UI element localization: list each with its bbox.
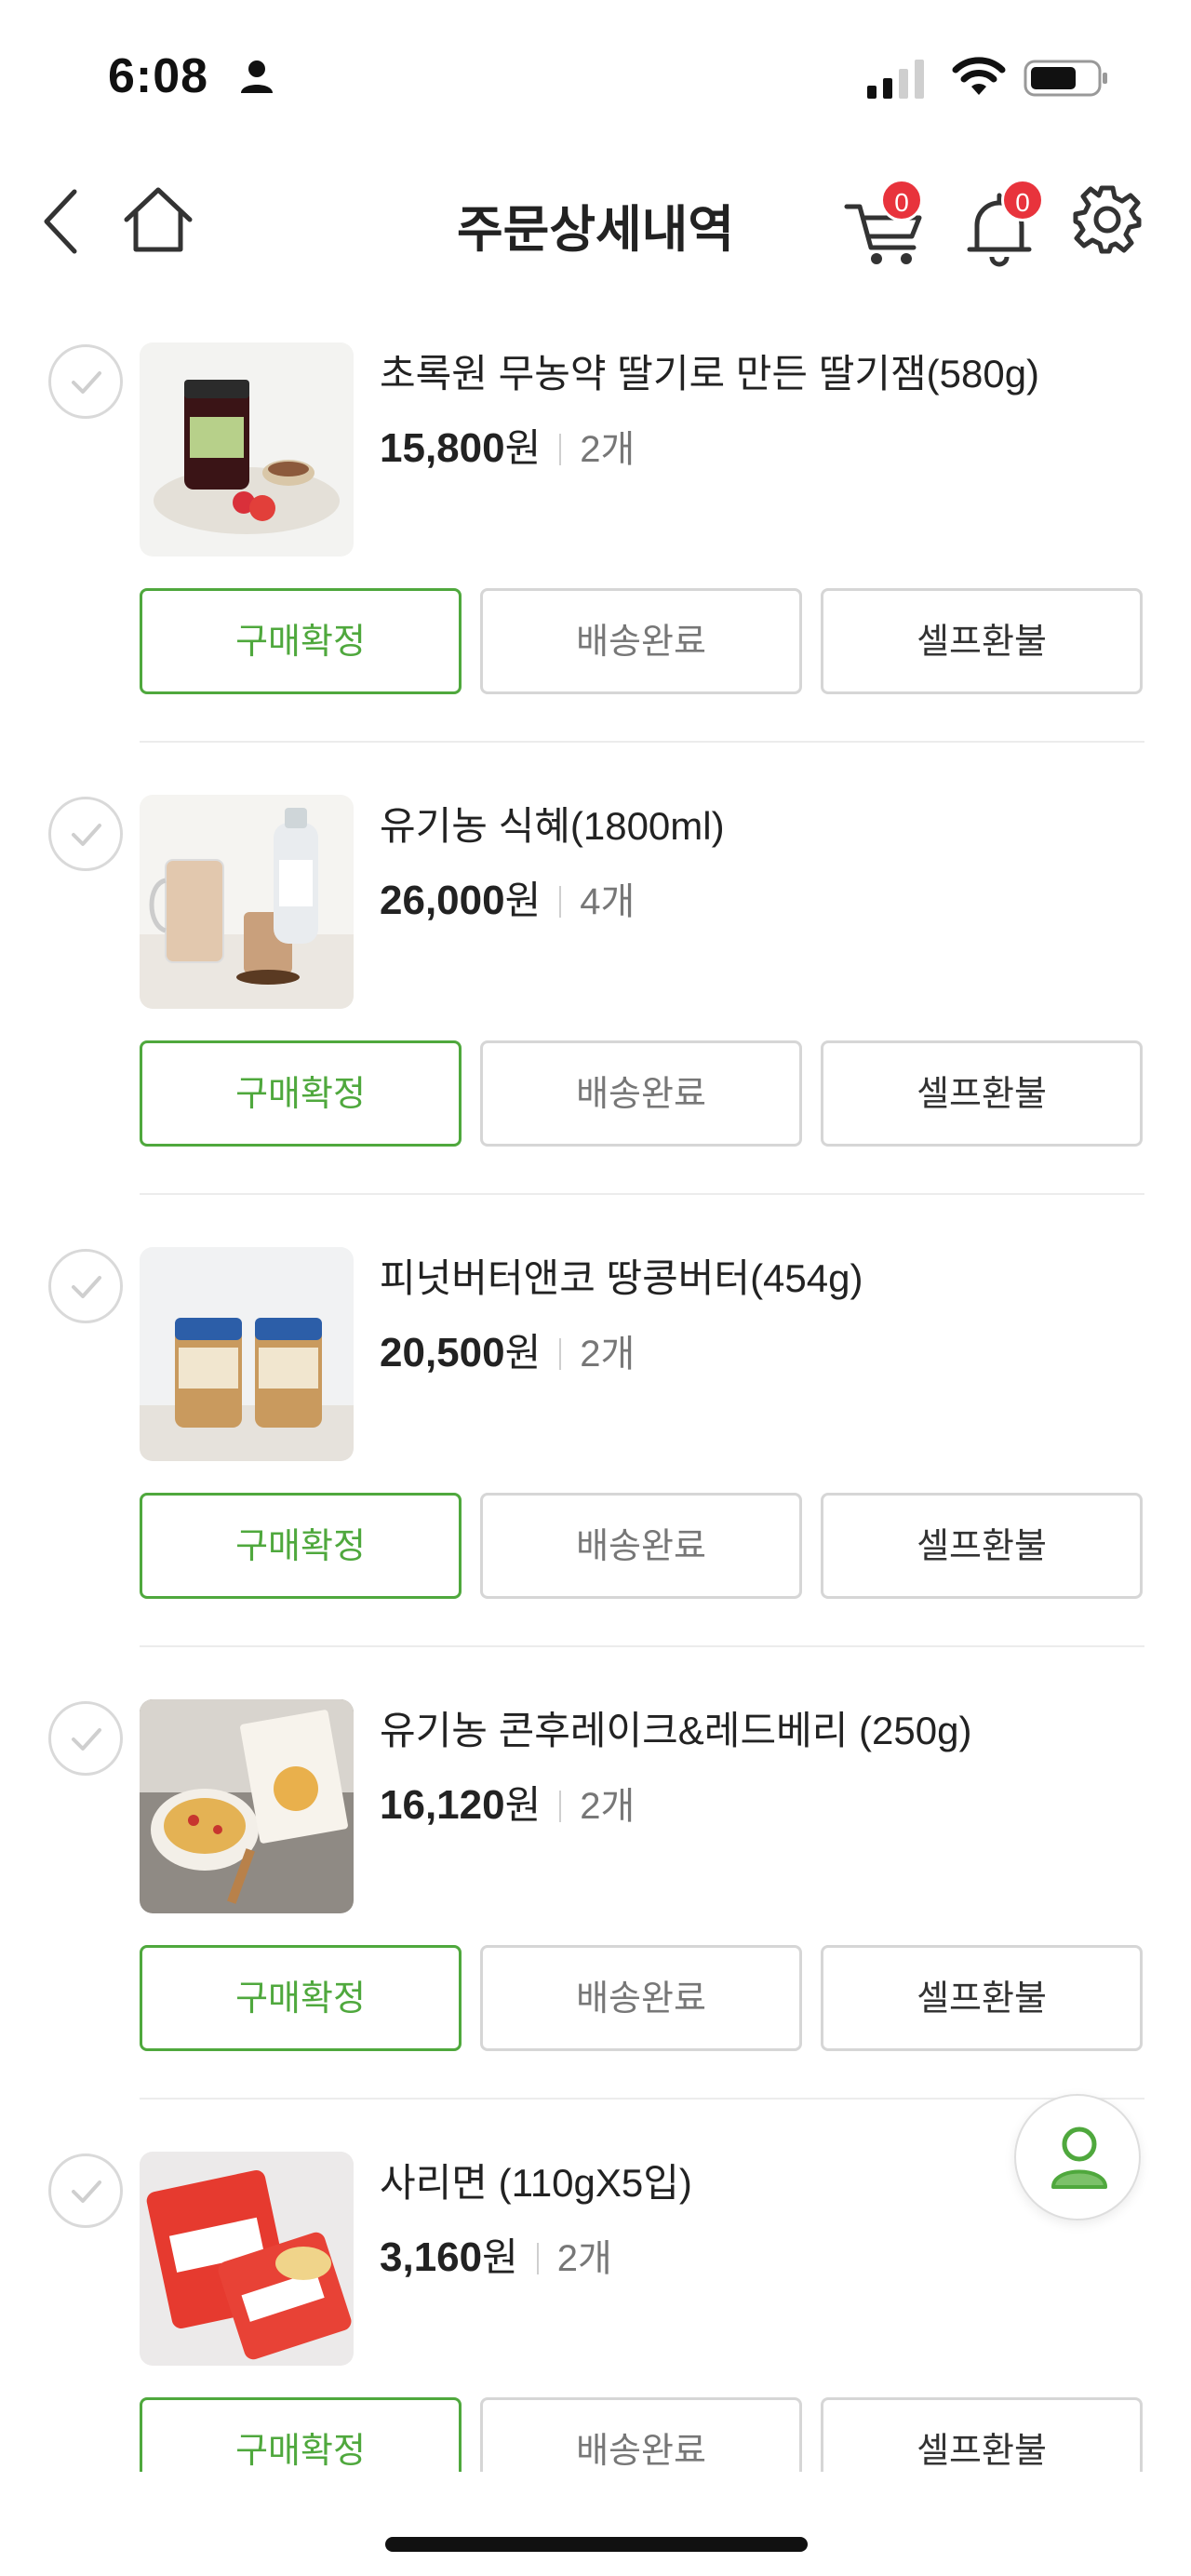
confirm-purchase-button[interactable]: 구매확정 bbox=[140, 1040, 462, 1147]
delivered-button[interactable]: 배송완료 bbox=[480, 1493, 802, 1599]
order-item: 피넛버터앤코 땅콩버터(454g) 20,500원 2개 구매확정 배송완료 셀프… bbox=[0, 1193, 1191, 1647]
product-price: 15,800 bbox=[380, 425, 505, 471]
product-price: 3,160 bbox=[380, 2234, 483, 2280]
currency-unit: 원 bbox=[482, 2235, 518, 2279]
self-refund-button[interactable]: 셀프환불 bbox=[821, 1493, 1143, 1599]
delivered-button[interactable]: 배송완료 bbox=[480, 2397, 802, 2472]
price-row: 15,800원 2개 bbox=[380, 417, 635, 473]
product-name[interactable]: 유기농 식혜(1800ml) bbox=[380, 795, 725, 852]
cart-button[interactable]: 0 bbox=[841, 179, 930, 268]
separator bbox=[559, 434, 562, 465]
separator bbox=[559, 1338, 562, 1370]
product-thumbnail[interactable] bbox=[140, 1247, 354, 1461]
product-quantity: 2개 bbox=[580, 429, 636, 470]
order-item: 유기농 콘후레이크&레드베리 (250g) 16,120원 2개 구매확정 배송완… bbox=[0, 1645, 1191, 2100]
check-icon bbox=[72, 1276, 101, 1298]
product-price: 16,120 bbox=[380, 1782, 505, 1828]
price-row: 20,500원 2개 bbox=[380, 1322, 635, 1377]
self-refund-button[interactable]: 셀프환불 bbox=[821, 1945, 1143, 2051]
cart-count-badge: 0 bbox=[880, 179, 923, 221]
check-icon bbox=[72, 371, 101, 394]
select-checkbox[interactable] bbox=[48, 1249, 123, 1323]
currency-unit: 원 bbox=[504, 879, 542, 922]
product-thumbnail[interactable] bbox=[140, 342, 354, 557]
product-quantity: 2개 bbox=[580, 1786, 636, 1827]
delivered-button[interactable]: 배송완료 bbox=[480, 1945, 802, 2051]
wifi-icon bbox=[952, 57, 1006, 95]
cornflakes-image bbox=[140, 1699, 354, 1913]
confirm-purchase-button[interactable]: 구매확정 bbox=[140, 1493, 462, 1599]
peanut-butter-image bbox=[140, 1247, 354, 1461]
status-time: 6:08 bbox=[108, 49, 209, 103]
notification-count-badge: 0 bbox=[1001, 179, 1044, 221]
self-refund-button[interactable]: 셀프환불 bbox=[821, 1040, 1143, 1147]
currency-unit: 원 bbox=[504, 1783, 542, 1827]
product-thumbnail[interactable] bbox=[140, 2152, 354, 2366]
strawberry-jam-image bbox=[140, 342, 354, 557]
select-checkbox[interactable] bbox=[48, 1701, 123, 1776]
delivered-button[interactable]: 배송완료 bbox=[480, 1040, 802, 1147]
profile-icon bbox=[1051, 2127, 1107, 2189]
price-row: 26,000원 4개 bbox=[380, 869, 635, 925]
self-refund-button[interactable]: 셀프환불 bbox=[821, 2397, 1143, 2472]
status-bar: 6:08 bbox=[0, 0, 1191, 149]
confirm-purchase-button[interactable]: 구매확정 bbox=[140, 2397, 462, 2472]
product-thumbnail[interactable] bbox=[140, 795, 354, 1009]
product-quantity: 2개 bbox=[556, 2238, 612, 2279]
price-row: 16,120원 2개 bbox=[380, 1774, 635, 1830]
separator bbox=[559, 886, 562, 918]
sikhye-image bbox=[140, 795, 354, 1009]
product-price: 20,500 bbox=[380, 1330, 505, 1375]
order-item: 초록원 무농약 딸기로 만든 딸기잼(580g) 15,800원 2개 구매확정 … bbox=[0, 288, 1191, 743]
notification-button[interactable]: 0 bbox=[958, 179, 1048, 268]
gear-icon[interactable] bbox=[1070, 182, 1144, 257]
select-checkbox[interactable] bbox=[48, 797, 123, 871]
select-checkbox[interactable] bbox=[48, 344, 123, 419]
nav-bar: 주문상세내역 0 0 bbox=[0, 149, 1191, 288]
separator bbox=[536, 2243, 539, 2274]
price-row: 3,160원 2개 bbox=[380, 2226, 612, 2282]
order-list: 초록원 무농약 딸기로 만든 딸기잼(580g) 15,800원 2개 구매확정 … bbox=[0, 288, 1191, 2472]
check-icon bbox=[72, 2180, 101, 2203]
order-item: 유기농 식혜(1800ml) 26,000원 4개 구매확정 배송완료 셀프환불 bbox=[0, 741, 1191, 1195]
currency-unit: 원 bbox=[504, 1331, 542, 1375]
product-name[interactable]: 피넛버터앤코 땅콩버터(454g) bbox=[380, 1247, 863, 1304]
product-quantity: 2개 bbox=[580, 1334, 636, 1375]
product-thumbnail[interactable] bbox=[140, 1699, 354, 1913]
self-refund-button[interactable]: 셀프환불 bbox=[821, 588, 1143, 694]
product-name[interactable]: 유기농 콘후레이크&레드베리 (250g) bbox=[380, 1699, 971, 1756]
confirm-purchase-button[interactable]: 구매확정 bbox=[140, 1945, 462, 2051]
person-icon bbox=[241, 60, 273, 93]
delivered-button[interactable]: 배송완료 bbox=[480, 588, 802, 694]
check-icon bbox=[72, 824, 101, 846]
select-checkbox[interactable] bbox=[48, 2153, 123, 2228]
product-name[interactable]: 초록원 무농약 딸기로 만든 딸기잼(580g) bbox=[380, 342, 1039, 399]
noodle-pack-image bbox=[140, 2152, 354, 2366]
profile-button[interactable] bbox=[1014, 2094, 1141, 2220]
battery-icon bbox=[1024, 60, 1107, 97]
home-indicator[interactable] bbox=[385, 2537, 808, 2552]
signal-icon bbox=[867, 60, 924, 99]
order-item: 사리면 (110gX5입) 3,160원 2개 구매확정 배송완료 셀프환불 bbox=[0, 2098, 1191, 2472]
product-name[interactable]: 사리면 (110gX5입) bbox=[380, 2152, 692, 2208]
product-quantity: 4개 bbox=[580, 881, 636, 922]
separator bbox=[559, 1791, 562, 1822]
confirm-purchase-button[interactable]: 구매확정 bbox=[140, 588, 462, 694]
product-price: 26,000 bbox=[380, 878, 505, 923]
check-icon bbox=[72, 1728, 101, 1751]
currency-unit: 원 bbox=[504, 426, 542, 470]
